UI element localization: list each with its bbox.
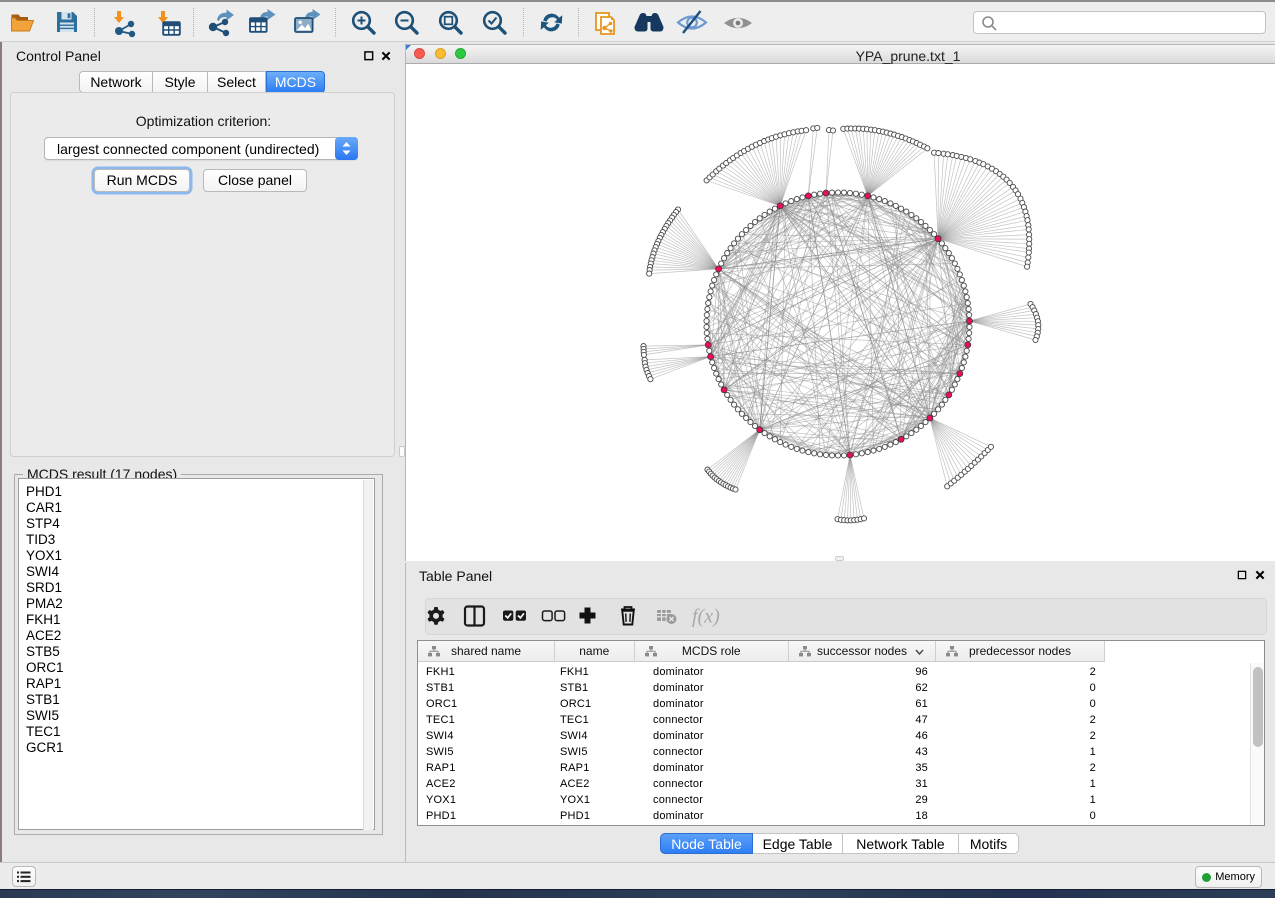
svg-text:f(x): f(x) [692,606,720,628]
